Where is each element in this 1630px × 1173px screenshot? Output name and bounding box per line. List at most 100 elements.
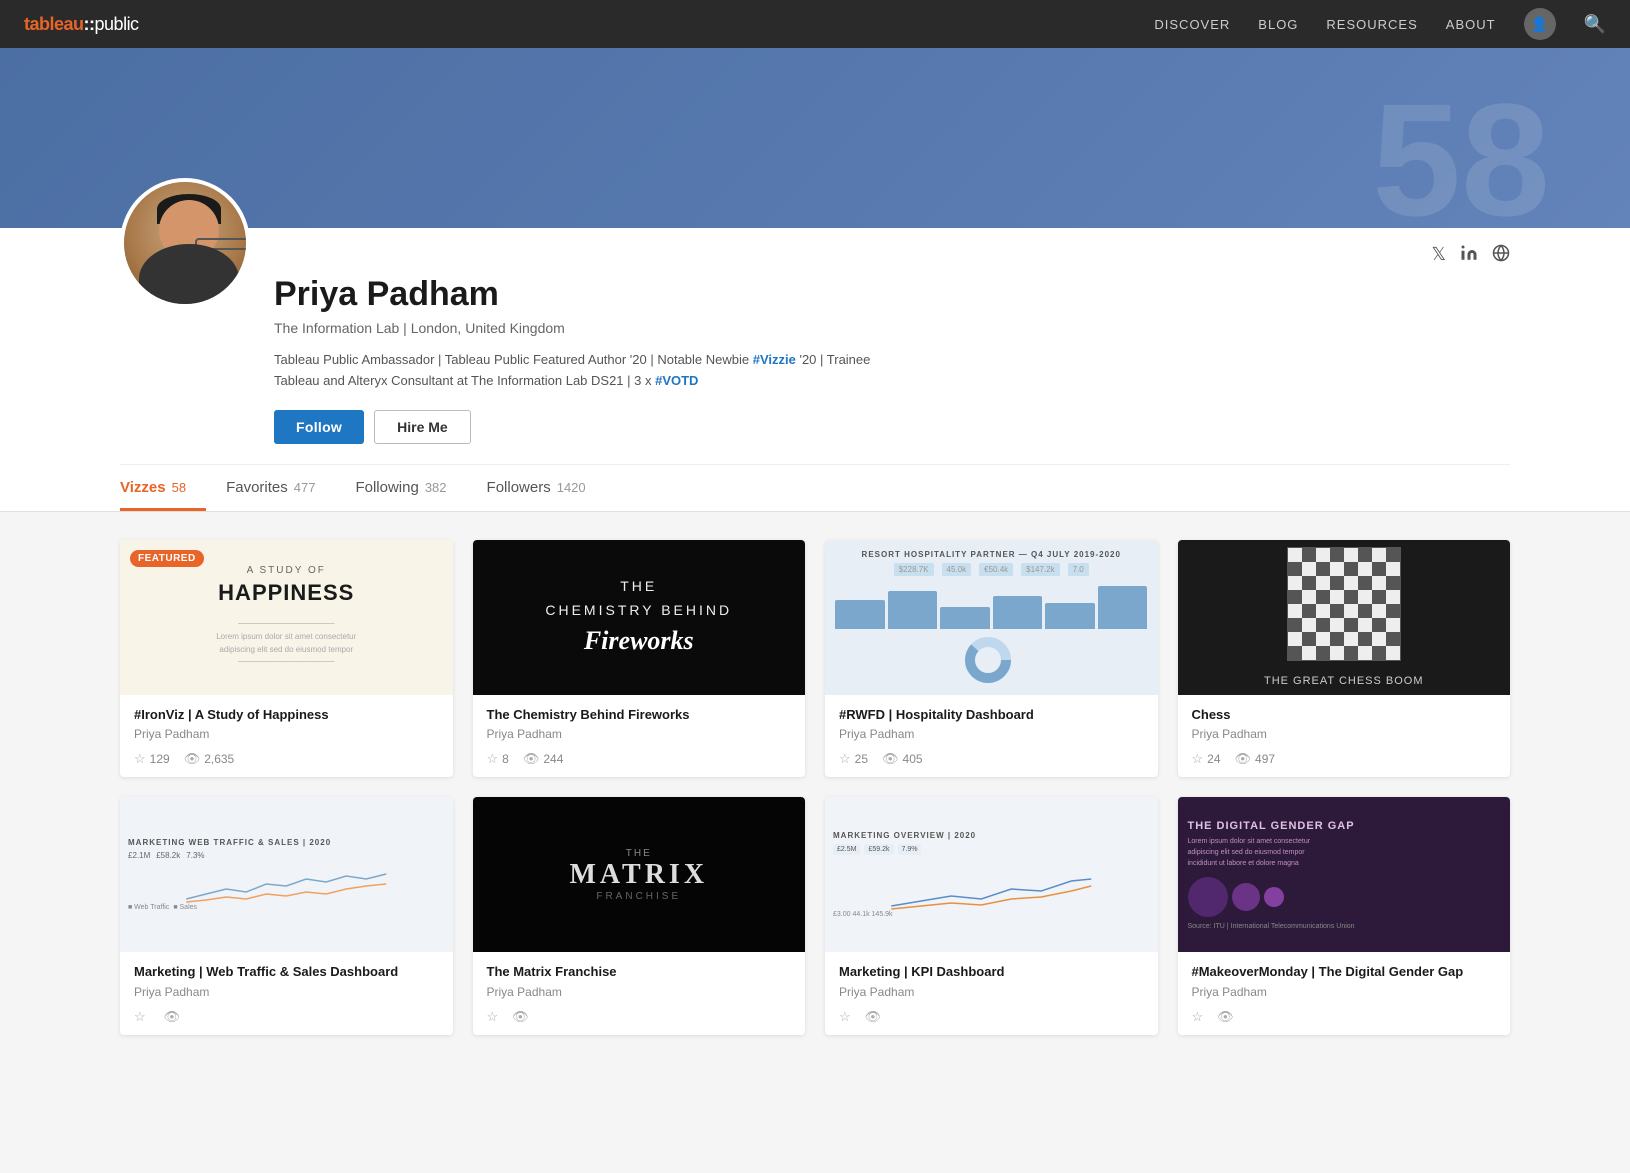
hosp-metric: €50.4k: [979, 563, 1013, 576]
thumb-body: ─────────────────Lorem ipsum dolor sit a…: [204, 618, 368, 669]
vizz-card[interactable]: THE MATRIX FRANCHISE The Matrix Franchis…: [473, 797, 806, 1035]
chess-cell: [1302, 632, 1316, 646]
mkt-header: MARKETING WEB TRAFFIC & SALES | 2020: [128, 838, 331, 847]
chess-cell: [1288, 590, 1302, 604]
vizz-stats: ☆ 👁: [134, 1009, 439, 1025]
vizz-card[interactable]: THE CHEMISTRY BEHIND Fireworks The Chemi…: [473, 540, 806, 778]
chess-cell: [1372, 562, 1386, 576]
thumb-matrix: THE MATRIX FRANCHISE: [473, 797, 806, 952]
search-icon[interactable]: 🔍: [1584, 14, 1606, 35]
logo[interactable]: tableau::public: [24, 14, 139, 35]
kpi-metric: 7.9%: [898, 844, 922, 855]
tab-following-count: 382: [425, 480, 447, 495]
star-stat: ☆: [839, 1009, 851, 1025]
vizz-title: Marketing | KPI Dashboard: [839, 964, 1144, 981]
gender-bubble: [1264, 887, 1284, 907]
hosp-metrics: $228.7K 45.0k €50.4k $147.2k 7.0: [894, 563, 1089, 576]
vizz-card[interactable]: Featured A STUDY OF HAPPINESS ──────────…: [120, 540, 453, 778]
vizz-card[interactable]: RESORT HOSPITALITY PARTNER — Q4 JULY 201…: [825, 540, 1158, 778]
profile-location: The Information Lab | London, United Kin…: [274, 320, 1510, 336]
profile-bio: Tableau Public Ambassador | Tableau Publ…: [274, 350, 914, 392]
view-stat: 👁 244: [523, 751, 564, 767]
chess-cell: [1372, 576, 1386, 590]
mkt-legend-2: ■ Sales: [173, 904, 197, 911]
chess-cell: [1302, 604, 1316, 618]
vizz-stats: ☆ 129 👁 2,635: [134, 751, 439, 767]
tab-followers-count: 1420: [557, 480, 586, 495]
mkt-metric: £58.2k: [156, 851, 180, 860]
view-stat: 👁 497: [1235, 751, 1276, 767]
vizz-card[interactable]: THE DIGITAL GENDER GAP Lorem ipsum dolor…: [1178, 797, 1511, 1035]
hosp-metric: $228.7K: [894, 563, 934, 576]
chess-cell: [1330, 576, 1344, 590]
chess-cell: [1344, 646, 1358, 660]
thumb-kpi: MARKETING OVERVIEW | 2020 £2.5M £59.2k 7…: [825, 797, 1158, 952]
tab-followers[interactable]: Followers 1420: [487, 465, 606, 511]
eye-icon: 👁: [164, 1009, 181, 1025]
profile-avatar-wrapper: [120, 178, 250, 308]
featured-badge: Featured: [130, 550, 204, 567]
donut-chart: [963, 635, 1013, 685]
social-icons: 𝕏: [274, 244, 1510, 267]
profile-avatar: [120, 178, 250, 308]
kpi-line-chart: [833, 861, 1150, 911]
bar: [993, 596, 1043, 629]
logo-icon: tableau: [24, 14, 84, 34]
hosp-metric: 45.0k: [942, 563, 972, 576]
thumb-subtitle: A STUDY OF: [247, 565, 326, 576]
eye-icon: 👁: [184, 751, 201, 767]
follow-button[interactable]: Follow: [274, 410, 364, 444]
vizz-info: #RWFD | Hospitality Dashboard Priya Padh…: [825, 695, 1158, 778]
tab-vizzes-label: Vizzes: [120, 479, 166, 496]
bio-vizzie-link[interactable]: #Vizzie: [753, 352, 796, 367]
profile-main: 𝕏 Priya Padham The Information Lab | Lon…: [274, 228, 1510, 464]
chess-cell: [1386, 632, 1400, 646]
tab-following-label: Following: [355, 479, 418, 496]
star-icon: ☆: [1192, 1009, 1204, 1025]
chess-cell: [1344, 604, 1358, 618]
chess-cell: [1386, 646, 1400, 660]
eye-icon: 👁: [1217, 1009, 1234, 1025]
hero-bg-number: 58: [1372, 68, 1550, 252]
tab-following[interactable]: Following 382: [355, 465, 466, 511]
nav-about[interactable]: ABOUT: [1446, 17, 1496, 32]
chess-cell: [1344, 632, 1358, 646]
vizz-author: Priya Padham: [839, 985, 1144, 999]
vizz-title: The Matrix Franchise: [487, 964, 792, 981]
chess-cell: [1386, 562, 1400, 576]
thumb-fireworks: THE CHEMISTRY BEHIND Fireworks: [473, 540, 806, 695]
chess-cell: [1358, 576, 1372, 590]
vizz-card[interactable]: MARKETING WEB TRAFFIC & SALES | 2020 £2.…: [120, 797, 453, 1035]
bio-votd-link[interactable]: #VOTD: [655, 373, 698, 388]
nav-resources[interactable]: RESOURCES: [1326, 17, 1417, 32]
hosp-circle: [963, 635, 1019, 685]
profile-section: 𝕏 Priya Padham The Information Lab | Lon…: [0, 228, 1630, 512]
view-stat: 👁 2,635: [184, 751, 235, 767]
nav-discover[interactable]: DISCOVER: [1154, 17, 1230, 32]
tab-vizzes[interactable]: Vizzes 58: [120, 465, 206, 511]
profile-top: 𝕏 Priya Padham The Information Lab | Lon…: [120, 228, 1510, 464]
vizz-thumbnail: THE MATRIX FRANCHISE: [473, 797, 806, 952]
vizz-card[interactable]: The Great Chess Boom Chess Priya Padham …: [1178, 540, 1511, 778]
vizz-card[interactable]: MARKETING OVERVIEW | 2020 £2.5M £59.2k 7…: [825, 797, 1158, 1035]
star-count: 24: [1207, 752, 1220, 766]
vizz-thumbnail: RESORT HOSPITALITY PARTNER — Q4 JULY 201…: [825, 540, 1158, 695]
user-avatar[interactable]: 👤: [1524, 8, 1556, 40]
matrix-title: MATRIX: [569, 859, 708, 891]
chess-cell: [1386, 618, 1400, 632]
mkt-metrics: £2.1M £58.2k 7.3%: [128, 851, 205, 860]
chess-cell: [1316, 576, 1330, 590]
gender-source: Source: ITU | International Telecommunic…: [1188, 923, 1355, 930]
tab-favorites[interactable]: Favorites 477: [226, 465, 335, 511]
thumb-chess: The Great Chess Boom: [1178, 540, 1511, 695]
chess-cell: [1372, 646, 1386, 660]
eye-icon: 👁: [512, 1009, 529, 1025]
chess-cell: [1372, 632, 1386, 646]
nav-blog[interactable]: BLOG: [1258, 17, 1298, 32]
vizz-info: The Matrix Franchise Priya Padham ☆ 👁: [473, 952, 806, 1035]
bar: [835, 600, 885, 628]
gender-dots: [1188, 877, 1284, 917]
hire-button[interactable]: Hire Me: [374, 410, 471, 444]
star-count: 25: [855, 752, 868, 766]
chess-cell: [1288, 604, 1302, 618]
